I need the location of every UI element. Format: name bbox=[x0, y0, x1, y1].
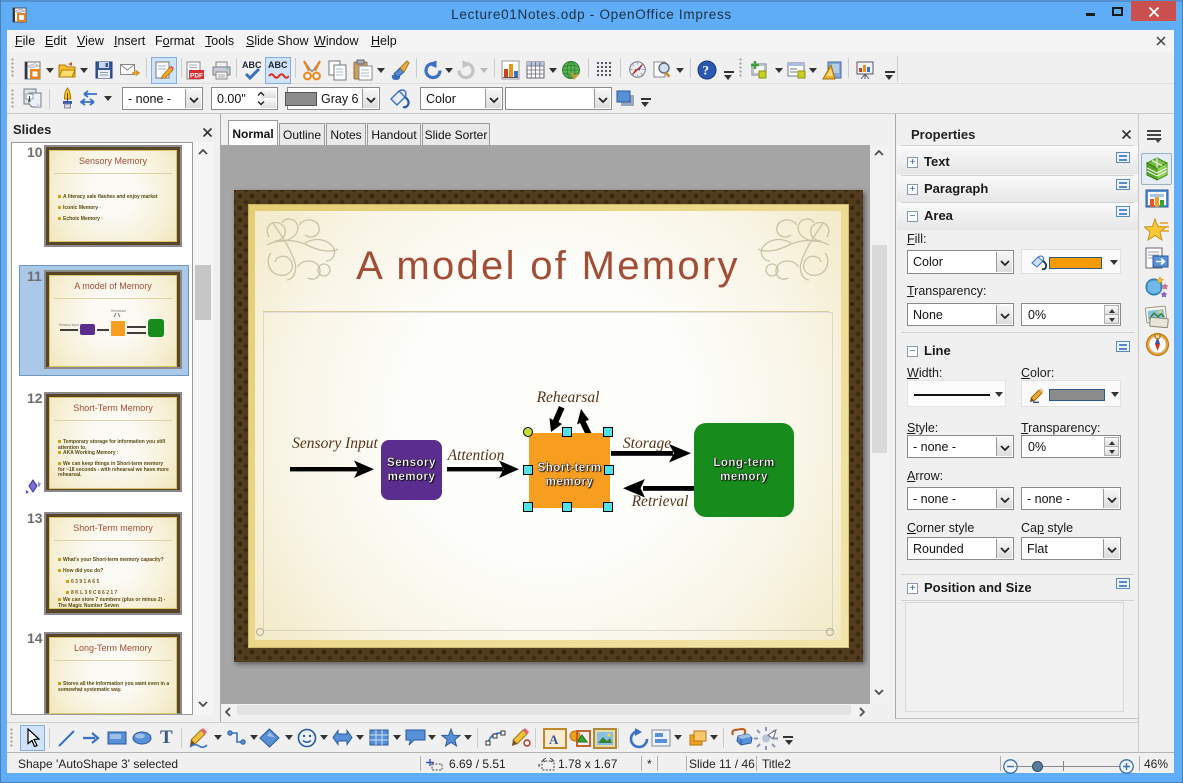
svg-text:ABC: ABC bbox=[242, 60, 262, 70]
svg-text:A: A bbox=[549, 732, 559, 747]
svg-text:Rehearsal: Rehearsal bbox=[111, 309, 126, 313]
svg-text:?: ? bbox=[703, 63, 710, 78]
svg-text:PDF: PDF bbox=[190, 73, 203, 80]
svg-text:ABC: ABC bbox=[268, 60, 288, 70]
svg-text:N: N bbox=[1156, 334, 1159, 339]
svg-text:Sensory Input: Sensory Input bbox=[59, 323, 79, 327]
